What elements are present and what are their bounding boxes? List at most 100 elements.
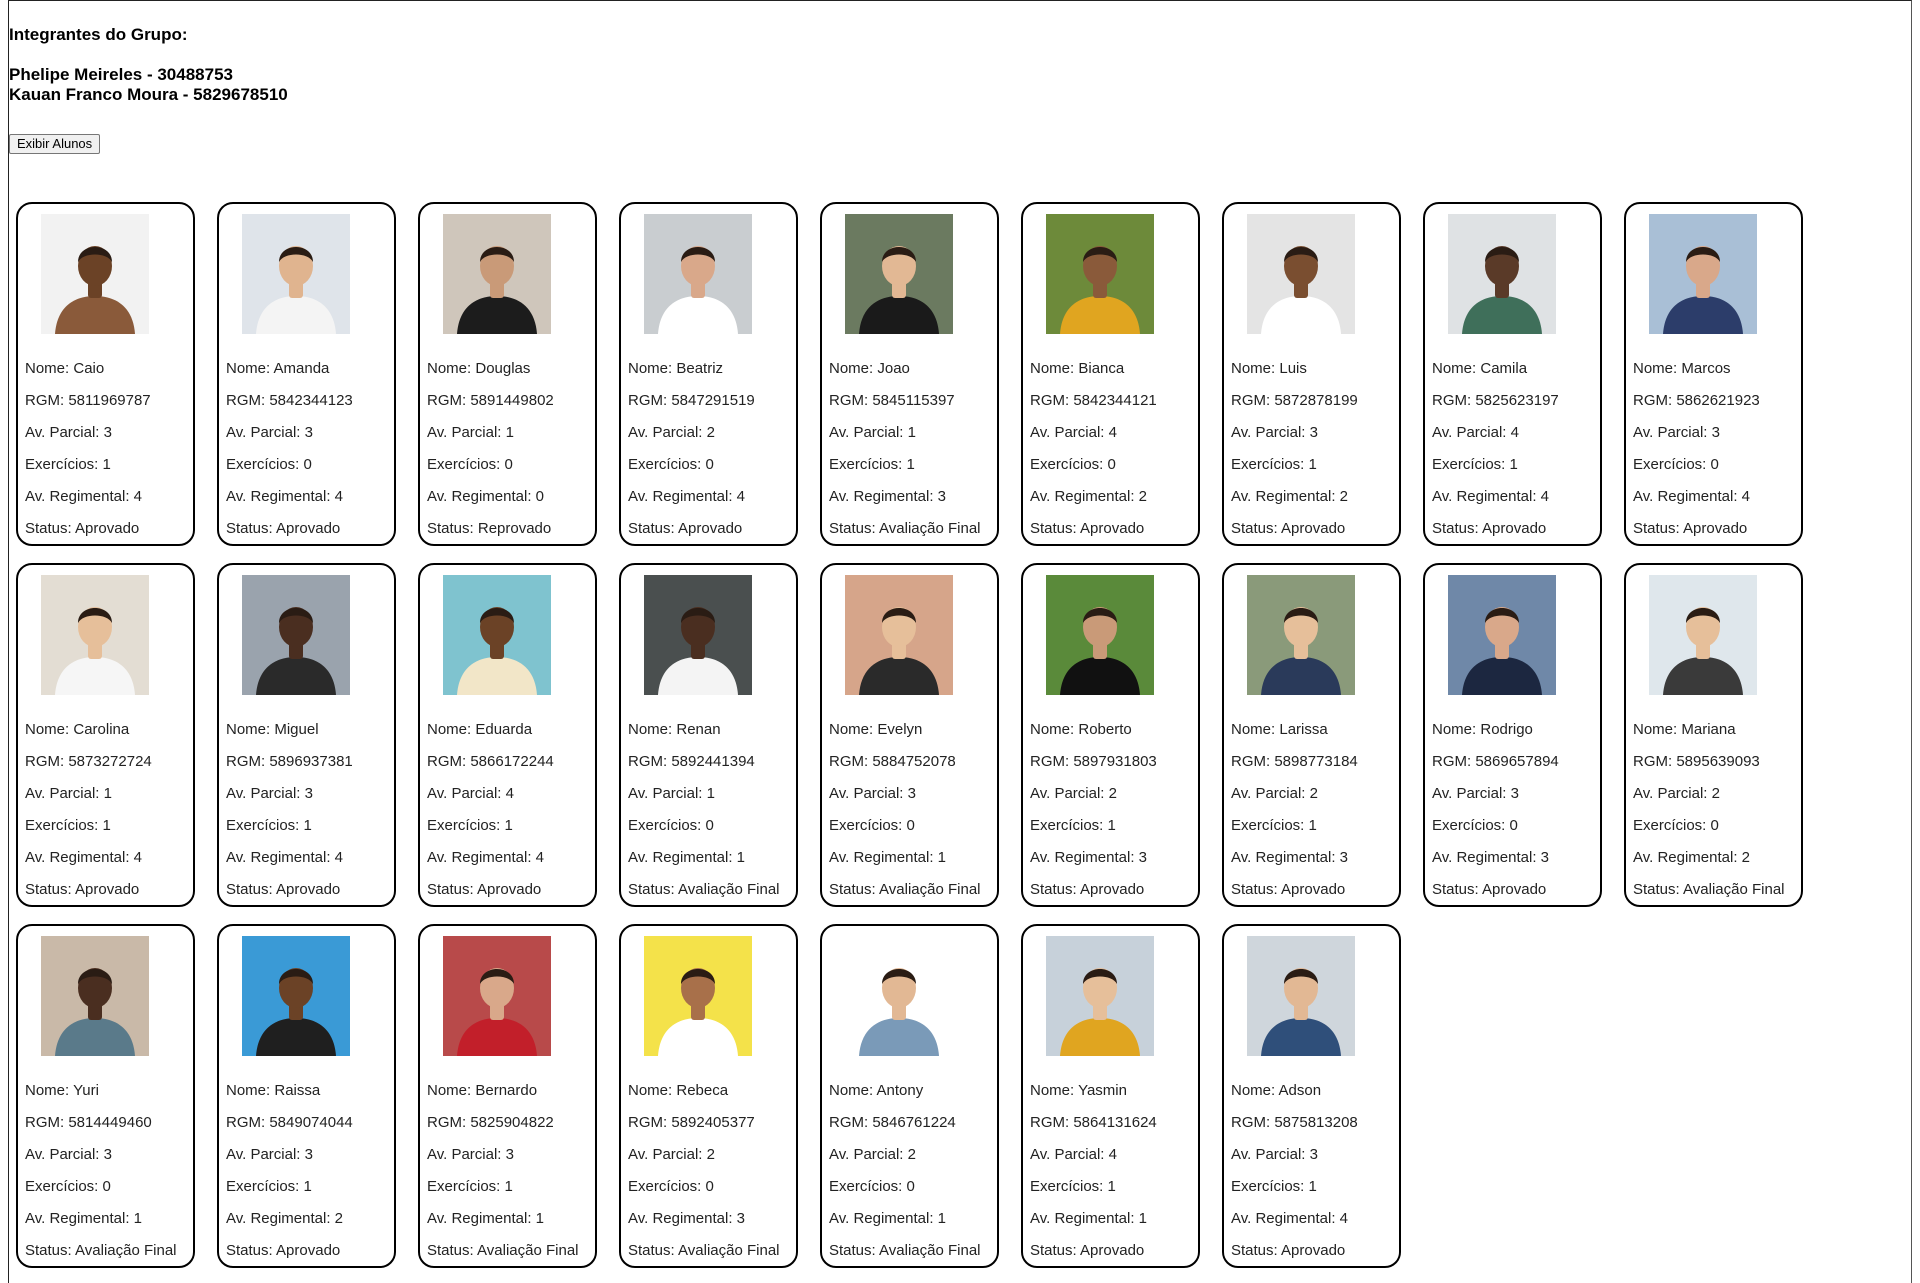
label-parcial: Av. Parcial: — [25, 1146, 104, 1163]
value-regimental: 4 — [1540, 488, 1550, 505]
value-nome: Beatriz — [676, 360, 724, 377]
student-av-parcial: Av. Parcial: 3 — [226, 417, 353, 449]
value-regimental: 4 — [736, 488, 746, 505]
student-photo — [1649, 575, 1757, 695]
student-av-regimental: Av. Regimental: 1 — [829, 1203, 981, 1235]
student-av-regimental: Av. Regimental: 4 — [628, 481, 755, 513]
value-status: Aprovado — [1080, 1242, 1145, 1259]
label-exercicios: Exercícios: — [1633, 817, 1711, 834]
label-rgm: RGM: — [1432, 753, 1476, 770]
value-regimental: 4 — [1339, 1210, 1349, 1227]
student-av-parcial: Av. Parcial: 3 — [1633, 417, 1760, 449]
label-exercicios: Exercícios: — [628, 1178, 706, 1195]
label-status: Status: — [628, 520, 679, 537]
student-info: Nome: Beatriz RGM: 5847291519 Av. Parcia… — [628, 353, 755, 545]
student-exercicios: Exercícios: 1 — [25, 810, 152, 842]
value-status: Avaliação Final — [879, 520, 981, 537]
label-nome: Nome: — [226, 721, 275, 738]
student-card: Nome: Yasmin RGM: 5864131624 Av. Parcial… — [1021, 924, 1200, 1268]
student-photo — [242, 575, 350, 695]
value-status: Reprovado — [477, 520, 552, 537]
label-status: Status: — [25, 520, 76, 537]
label-exercicios: Exercícios: — [1633, 456, 1711, 473]
student-rgm: RGM: 5842344121 — [1030, 385, 1157, 417]
value-status: Aprovado — [1281, 881, 1346, 898]
value-parcial: 3 — [103, 424, 112, 441]
value-rgm: 5814449460 — [68, 1114, 152, 1131]
value-rgm: 5875813208 — [1274, 1114, 1358, 1131]
value-parcial: 2 — [1309, 785, 1318, 802]
label-exercicios: Exercícios: — [226, 817, 304, 834]
student-name: Nome: Joao — [829, 353, 981, 385]
student-card: Nome: Marcos RGM: 5862621923 Av. Parcial… — [1624, 202, 1803, 546]
member-2: Kauan Franco Moura - 5829678510 — [9, 85, 288, 104]
student-name: Nome: Douglas — [427, 353, 554, 385]
student-av-parcial: Av. Parcial: 4 — [427, 778, 554, 810]
student-photo-image — [242, 214, 350, 334]
student-info: Nome: Mariana RGM: 5895639093 Av. Parcia… — [1633, 714, 1785, 906]
label-regimental: Av. Regimental: — [1633, 488, 1742, 505]
student-rgm: RGM: 5884752078 — [829, 746, 981, 778]
student-rgm: RGM: 5896937381 — [226, 746, 353, 778]
student-info: Nome: Miguel RGM: 5896937381 Av. Parcial… — [226, 714, 353, 906]
label-parcial: Av. Parcial: — [1633, 785, 1712, 802]
label-status: Status: — [1030, 520, 1081, 537]
value-parcial: 2 — [706, 424, 715, 441]
value-rgm: 5811969787 — [68, 392, 151, 409]
student-photo-image — [1448, 575, 1556, 695]
label-regimental: Av. Regimental: — [1231, 488, 1340, 505]
student-card: Nome: Evelyn RGM: 5884752078 Av. Parcial… — [820, 563, 999, 907]
student-exercicios: Exercícios: 1 — [25, 449, 151, 481]
value-regimental: 4 — [535, 849, 545, 866]
show-students-button[interactable]: Exibir Alunos — [9, 134, 101, 154]
label-exercicios: Exercícios: — [628, 817, 706, 834]
value-status: Avaliação Final — [879, 1242, 981, 1259]
student-info: Nome: Bianca RGM: 5842344121 Av. Parcial… — [1030, 353, 1157, 545]
value-nome: Marcos — [1681, 360, 1731, 377]
student-status: Status: Aprovado — [628, 513, 755, 545]
value-rgm: 5825623197 — [1475, 392, 1559, 409]
student-av-parcial: Av. Parcial: 3 — [427, 1139, 579, 1171]
label-parcial: Av. Parcial: — [628, 1146, 707, 1163]
student-card: Nome: Bernardo RGM: 5825904822 Av. Parci… — [418, 924, 597, 1268]
label-rgm: RGM: — [829, 392, 873, 409]
student-name: Nome: Camila — [1432, 353, 1559, 385]
value-regimental: 1 — [937, 849, 947, 866]
student-info: Nome: Caio RGM: 5811969787 Av. Parcial: … — [25, 353, 151, 545]
student-av-parcial: Av. Parcial: 4 — [1030, 1139, 1157, 1171]
label-regimental: Av. Regimental: — [1030, 849, 1139, 866]
label-parcial: Av. Parcial: — [1231, 424, 1310, 441]
student-info: Nome: Roberto RGM: 5897931803 Av. Parcia… — [1030, 714, 1157, 906]
label-parcial: Av. Parcial: — [1432, 424, 1511, 441]
value-nome: Roberto — [1078, 721, 1132, 738]
student-exercicios: Exercícios: 1 — [1231, 1171, 1358, 1203]
label-exercicios: Exercícios: — [829, 1178, 907, 1195]
label-exercicios: Exercícios: — [25, 1178, 103, 1195]
student-av-regimental: Av. Regimental: 1 — [628, 842, 780, 874]
student-name: Nome: Eduarda — [427, 714, 554, 746]
member-1: Phelipe Meireles - 30488753 — [9, 65, 233, 84]
label-nome: Nome: — [427, 721, 476, 738]
label-rgm: RGM: — [1231, 753, 1275, 770]
label-regimental: Av. Regimental: — [1633, 849, 1742, 866]
student-card: Nome: Rodrigo RGM: 5869657894 Av. Parcia… — [1423, 563, 1602, 907]
value-rgm: 5846761224 — [872, 1114, 956, 1131]
label-nome: Nome: — [226, 1082, 275, 1099]
student-card: Nome: Rebeca RGM: 5892405377 Av. Parcial… — [619, 924, 798, 1268]
label-nome: Nome: — [1432, 721, 1481, 738]
label-parcial: Av. Parcial: — [829, 424, 908, 441]
group-header: Integrantes do Grupo: Phelipe Meireles -… — [9, 25, 288, 105]
student-status: Status: Aprovado — [25, 874, 152, 906]
student-name: Nome: Rodrigo — [1432, 714, 1559, 746]
student-photo-image — [845, 575, 953, 695]
value-exercicios: 1 — [1509, 456, 1518, 473]
label-nome: Nome: — [1030, 721, 1079, 738]
student-photo — [1247, 936, 1355, 1056]
value-status: Aprovado — [1482, 520, 1547, 537]
student-info: Nome: Larissa RGM: 5898773184 Av. Parcia… — [1231, 714, 1358, 906]
label-nome: Nome: — [628, 1082, 677, 1099]
value-exercicios: 0 — [906, 1178, 915, 1195]
label-regimental: Av. Regimental: — [1231, 849, 1340, 866]
student-card: Nome: Beatriz RGM: 5847291519 Av. Parcia… — [619, 202, 798, 546]
value-status: Aprovado — [678, 520, 743, 537]
